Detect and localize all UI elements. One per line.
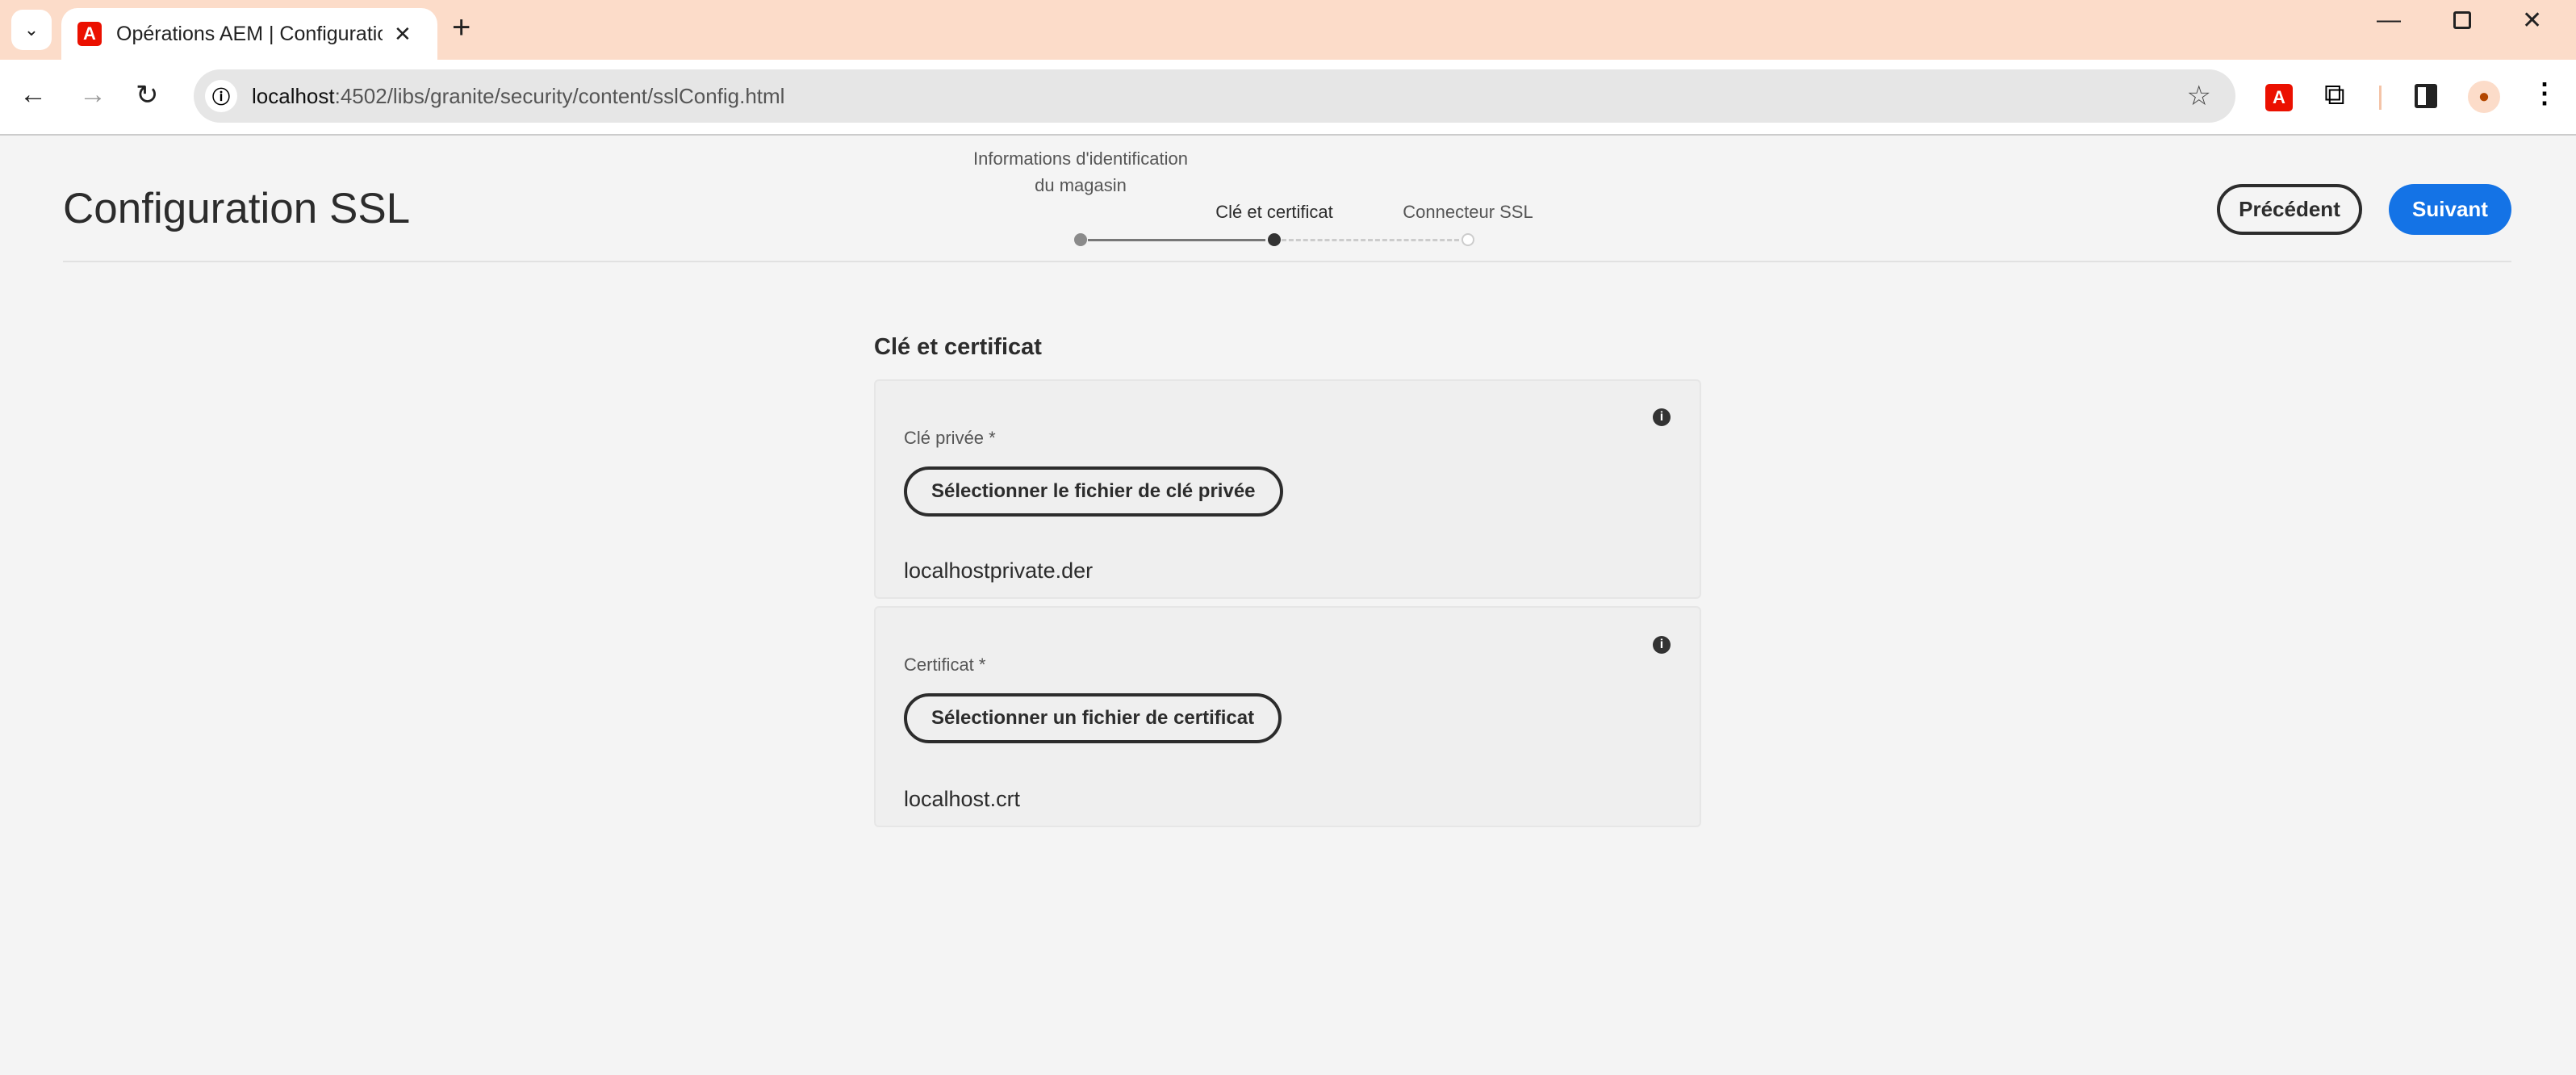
header-divider — [63, 261, 2511, 262]
certificate-filename: localhost.crt — [904, 787, 1021, 811]
private-key-label: Clé privée * — [904, 428, 996, 448]
chevron-down-icon: ⌄ — [23, 19, 40, 40]
url-host: localhost — [252, 83, 335, 108]
close-window-icon[interactable]: ✕ — [2522, 6, 2542, 35]
section-title: Clé et certificat — [874, 334, 1042, 360]
step-connector-done — [1088, 239, 1265, 241]
step-connector-pending — [1282, 239, 1459, 241]
close-tab-icon[interactable]: ✕ — [394, 22, 412, 47]
select-private-key-button[interactable]: Sélectionner le fichier de clé privée — [904, 466, 1283, 517]
adobe-favicon-icon: A — [77, 22, 102, 46]
step-label-1: Informations d'identification du magasin — [973, 148, 1188, 195]
extensions-puzzle-icon[interactable]: ⧉ — [2324, 77, 2345, 112]
tab-title: Opérations AEM | Configuration SSL — [116, 22, 383, 45]
previous-button[interactable]: Précédent — [2217, 184, 2362, 235]
certificate-card: i Certificat * Sélectionner un fichier d… — [874, 606, 1701, 827]
tab-strip: ⌄ A Opérations AEM | Configuration SSL ✕… — [0, 0, 2576, 60]
info-icon[interactable]: i — [1653, 408, 1671, 426]
browser-toolbar: ← → ↻ ⓘ localhost:4502/libs/granite/secu… — [0, 60, 2576, 136]
toolbar-divider — [2379, 86, 2382, 110]
profile-avatar-icon[interactable]: ● — [2468, 81, 2500, 113]
browser-tab[interactable]: A Opérations AEM | Configuration SSL ✕ — [61, 8, 437, 60]
step-dot-1 — [1074, 233, 1087, 246]
private-key-filename: localhostprivate.der — [904, 558, 1094, 583]
minimize-icon[interactable]: — — [2377, 6, 2401, 34]
site-info-icon[interactable]: ⓘ — [205, 80, 237, 112]
certificate-label: Certificat * — [904, 655, 986, 675]
tab-search-button[interactable]: ⌄ — [11, 10, 52, 50]
next-button[interactable]: Suivant — [2389, 184, 2511, 235]
step-dot-3 — [1462, 233, 1474, 246]
forward-icon[interactable]: → — [79, 79, 107, 111]
info-icon[interactable]: i — [1653, 636, 1671, 654]
step-label-2: Clé et certificat — [1215, 202, 1333, 222]
bookmark-star-icon[interactable]: ☆ — [2187, 80, 2211, 112]
private-key-card: i Clé privée * Sélectionner le fichier d… — [874, 379, 1701, 599]
adobe-extension-icon[interactable]: A — [2265, 84, 2293, 111]
step-dot-2 — [1268, 233, 1281, 246]
side-panel-icon[interactable] — [2415, 84, 2437, 108]
step-label-3: Connecteur SSL — [1403, 202, 1533, 222]
menu-kebab-icon[interactable]: ⋮ — [2531, 77, 2558, 110]
maximize-icon[interactable] — [2453, 11, 2471, 29]
page-title: Configuration SSL — [63, 185, 411, 232]
address-bar[interactable]: ⓘ localhost:4502/libs/granite/security/c… — [194, 69, 2235, 123]
reload-icon[interactable]: ↻ — [136, 79, 159, 111]
select-certificate-button[interactable]: Sélectionner un fichier de certificat — [904, 693, 1282, 743]
back-icon[interactable]: ← — [19, 79, 47, 111]
new-tab-button[interactable]: + — [452, 10, 470, 46]
url-path: :4502/libs/granite/security/content/sslC… — [334, 83, 785, 108]
